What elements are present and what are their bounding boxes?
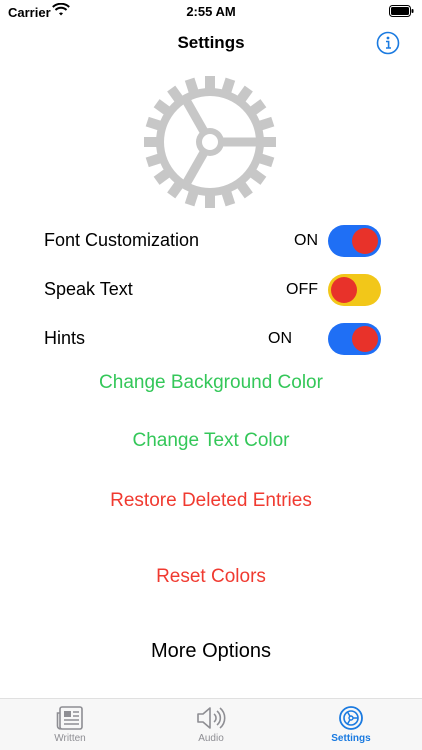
status-time: 2:55 AM	[186, 4, 236, 19]
toggle-row-hints: Hints ON	[0, 319, 422, 359]
restore-deleted-entries-button[interactable]: Restore Deleted Entries	[0, 490, 422, 512]
battery-icon	[389, 5, 414, 17]
speak-text-state: OFF	[286, 281, 318, 298]
font-customization-state: ON	[294, 232, 318, 249]
hints-state: ON	[268, 330, 292, 347]
toggle-knob	[331, 277, 357, 303]
tab-settings-label: Settings	[331, 733, 371, 744]
font-customization-toggle[interactable]	[328, 225, 381, 257]
tab-audio-label: Audio	[198, 733, 224, 744]
page-title: Settings	[177, 33, 245, 52]
hints-label: Hints	[44, 328, 86, 348]
speak-text-label: Speak Text	[44, 279, 133, 299]
change-background-color-button[interactable]: Change Background Color	[0, 372, 422, 394]
gear-icon	[144, 76, 276, 208]
tab-bar: Written Audio Settings	[0, 698, 422, 750]
info-icon[interactable]	[376, 31, 400, 55]
font-customization-label: Font Customization	[44, 230, 200, 250]
change-text-color-button[interactable]: Change Text Color	[0, 430, 422, 452]
toggle-knob	[352, 228, 378, 254]
status-bar: Carrier 2:55 AM	[0, 0, 422, 24]
hints-toggle[interactable]	[328, 323, 381, 355]
speaker-icon	[197, 707, 226, 729]
tab-written[interactable]: Written	[20, 703, 120, 749]
toggle-row-font-customization: Font Customization ON	[0, 221, 422, 261]
toggle-row-speak-text: Speak Text OFF	[0, 270, 422, 310]
tab-written-label: Written	[54, 733, 86, 744]
speak-text-toggle[interactable]	[328, 274, 381, 306]
newspaper-icon	[56, 706, 83, 730]
tab-audio[interactable]: Audio	[161, 703, 261, 749]
reset-colors-button[interactable]: Reset Colors	[0, 566, 422, 588]
more-options-button[interactable]: More Options	[0, 640, 422, 663]
toggle-knob	[352, 326, 378, 352]
settings-icon	[339, 706, 363, 730]
tab-settings[interactable]: Settings	[301, 703, 401, 749]
